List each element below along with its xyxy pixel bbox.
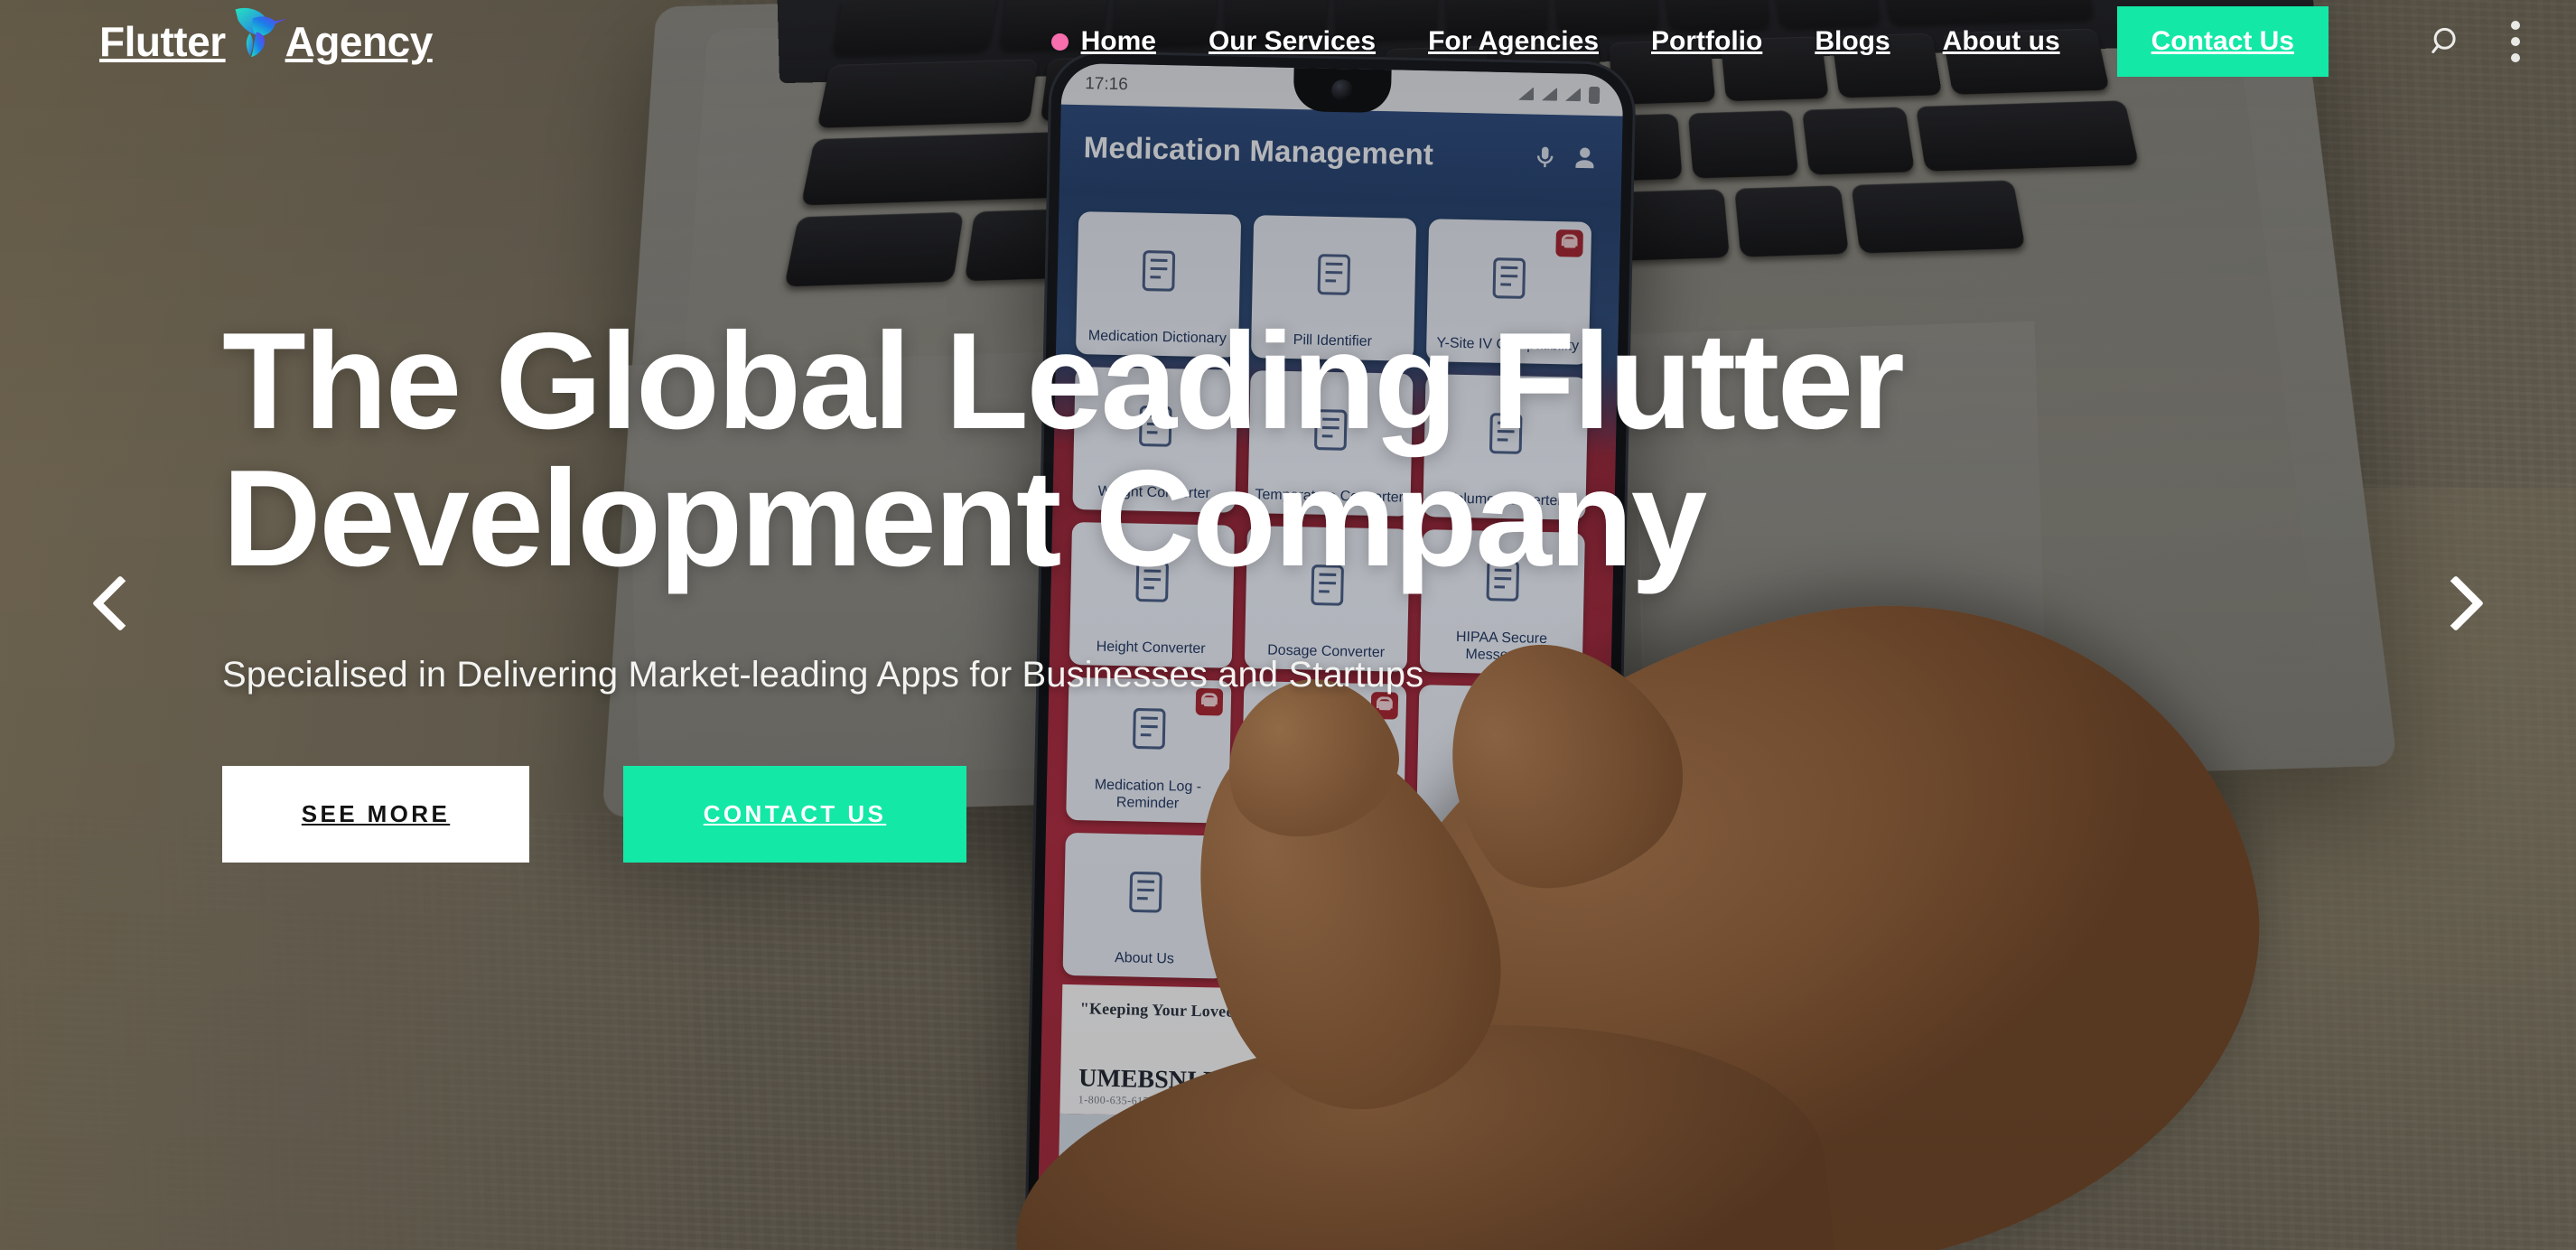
logo-text-primary: Flutter (99, 18, 226, 65)
header-tools (2430, 17, 2524, 66)
site-header: Flutter Agency Home Our Services For Age… (0, 0, 2576, 83)
nav-item-our-services[interactable]: Our Services (1182, 26, 1402, 57)
nav-item-portfolio[interactable]: Portfolio (1625, 26, 1788, 57)
nav-item-home[interactable]: Home (1025, 26, 1182, 57)
carousel-next-button[interactable] (2413, 560, 2499, 647)
page-root: 17:16 Medication Management (0, 0, 2576, 1250)
nav-item-for-agencies[interactable]: For Agencies (1402, 26, 1625, 57)
nav-item-about-us[interactable]: About us (1917, 26, 2086, 57)
header-contact-us-button[interactable]: Contact Us (2116, 6, 2329, 77)
nav-item-label: Our Services (1208, 26, 1377, 56)
nav-item-label: About us (1942, 26, 2060, 56)
site-ui-layer: Flutter Agency Home Our Services For Age… (0, 0, 2576, 1250)
hero-buttons: SEE MORE CONTACT US (222, 766, 2300, 863)
hero-content: The Global Leading Flutter Development C… (222, 312, 2300, 863)
nav-item-label: Home (1080, 26, 1156, 56)
nav-item-blogs[interactable]: Blogs (1788, 26, 1916, 57)
chevron-right-icon (2427, 574, 2485, 632)
contact-us-button[interactable]: CONTACT US (623, 766, 966, 863)
logo-text-secondary: Agency (285, 18, 434, 65)
hero-title: The Global Leading Flutter Development C… (222, 304, 1905, 595)
active-nav-dot-icon (1050, 33, 1069, 51)
chevron-left-icon (91, 574, 149, 632)
kebab-menu-icon[interactable] (2507, 17, 2524, 66)
nav-item-label: For Agencies (1428, 26, 1599, 56)
carousel-prev-button[interactable] (77, 560, 163, 647)
nav-item-label: Blogs (1815, 26, 1890, 56)
hero-section: The Global Leading Flutter Development C… (0, 0, 2576, 1250)
hummingbird-logo-icon (235, 7, 287, 58)
search-icon[interactable] (2430, 24, 2464, 59)
see-more-button[interactable]: SEE MORE (222, 766, 529, 863)
main-navigation: Home Our Services For Agencies Portfolio Blo… (1025, 26, 2086, 57)
nav-item-label: Portfolio (1651, 26, 1763, 56)
site-logo[interactable]: Flutter Agency (99, 7, 434, 71)
hero-subtitle: Specialised in Delivering Market-leading… (222, 655, 1424, 695)
